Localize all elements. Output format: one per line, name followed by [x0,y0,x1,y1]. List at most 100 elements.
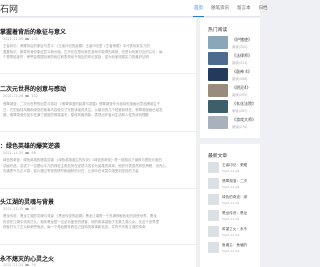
hot-item-title: 《阴灵4》 [232,85,251,90]
recent-item-title: 翡翠湖漫：二次 [222,179,248,183]
views-icon [25,94,30,98]
excerpt-line: 翡翠湖漫：二次元世界的创意与感动 《翡翠湖漫的起源与发展》翡翠湖漫作为独特的漫画… [3,102,161,106]
article-date: 2021-11-24 [3,263,24,267]
hot-item-views: 阅读(287) [232,109,248,113]
main-nav: 首页 随笔资讯 留言本 归档 [190,0,272,17]
thumbnail [208,162,219,173]
hot-item-title: 《护猪使》 [232,37,252,42]
recent-item-date: 2021-11-25 [222,216,240,221]
excerpt-line: 绿色的奇迹：绿色英雄的爆笑逆袭 《绿色英雄诞生的传说》《绿色的奇迹》是一部融合了… [3,158,162,162]
hot-item-views: 阅读(306) [232,77,248,81]
hot-item[interactable]: 《法律师》 阅读(311) [208,52,260,67]
views-icon [25,263,30,267]
hot-item[interactable]: 《玄化法院》 阅读(287) [208,100,260,115]
site-logo[interactable]: 石网 [0,2,18,15]
widget-title: 最新文章 [208,154,228,159]
recent-item-title: 绿色的奇迹：绿 [222,195,248,199]
article-list: 掌握着背后的象征与意义 2021-11-26 131 王者印记：荣耀背后的象征与… [0,18,196,267]
recent-item[interactable]: 翡翠湖漫：二次 2021-11-26 [208,178,260,191]
article-excerpt: 王者印记：荣耀背后的象征与意义 《王者印记的起源》王者印记是《王者荣耀》中代表玩… [3,44,183,61]
thumbnail [208,210,219,221]
article-date: 2021-11-25 [3,207,24,211]
excerpt-line: 黑龙传说：黑龙江湖的灵魂与背景 《黑龙传说的起源》黑龙江湖是一个充满神秘色彩的武… [3,214,157,218]
hot-item-title: 《法律师》 [232,53,252,58]
thumbnail [208,100,228,113]
article-views: 131 [31,37,39,41]
article-title[interactable]: 头江湖的灵魂与背景 [0,197,54,206]
article-meta: 2021-11-26 131 [3,37,38,41]
article-date: 2021-11-26 [3,37,24,41]
article-divider [0,73,196,74]
article-meta: 2021-11-25 98 [3,151,36,155]
thumbnail [208,84,228,97]
article-divider [0,131,196,132]
article-title[interactable]: 二次元世界的创意与感动 [0,84,66,93]
views-icon [25,37,30,41]
recent-item-title: 希望之火：永不 [222,227,248,231]
hot-item-title: 《玄化法院》 [232,101,256,106]
hot-item-title: 《游戏大师》 [232,117,256,122]
article-views: 98 [31,151,36,155]
views-icon [25,151,30,155]
article-divider [0,244,196,245]
excerpt-line: 展，翡翠湖漫作品中充满了细腻的情感描写，整体风格清新，表现出作者对生活和人性的深… [3,113,149,117]
widget-title: 热门阅读 [208,28,228,33]
thumbnail [208,194,219,205]
article-title[interactable]: 掌握着背后的象征与意义 [0,27,66,36]
recent-item[interactable]: 王者印记：荣耀 2021-11-26 [208,162,260,175]
nav-item-guestbook[interactable]: 留言本 [233,0,255,17]
article-date: 2021-11-25 [3,151,24,155]
thumbnail [208,36,228,49]
top-bar: 石网 首页 随笔资讯 留言本 归档 [0,0,268,17]
recent-item[interactable]: 绿色的奇迹：绿 2021-11-25 [208,194,260,207]
recent-widget: 最新文章 王者印记：荣耀 2021-11-26 翡翠湖漫：二次 2021-11-… [200,144,260,267]
article-title[interactable]: ：绿色英雄的爆笑逆袭 [0,141,60,150]
thumbnail [208,52,228,65]
article-meta: 2021-11-24 76 [3,263,36,267]
article-title[interactable]: 永不熄灭的心灵之火 [0,254,54,263]
hot-item[interactable]: 《护猪使》 阅读(322) [208,36,260,51]
article-views: 102 [31,94,39,98]
excerpt-line: 侠客们为了正义和荣誉而战，每一个角色都有着自己独特的故事和信念，共同书写着江湖的… [3,225,146,229]
thumbnail [208,178,219,189]
hot-item-views: 阅读(322) [232,45,248,49]
article-excerpt: 黑龙传说：黑龙江湖的灵魂与背景 《黑龙传说的起源》黑龙江湖是一个充满神秘色彩的武… [3,214,183,231]
hot-item[interactable]: 《游戏大师》 阅读(270) [208,116,260,131]
recent-item-title: 鱼塘主：鱼塘的 [222,243,248,247]
article-excerpt: 翡翠湖漫：二次元世界的创意与感动 《翡翠湖漫的起源与发展》翡翠湖漫作为独特的漫画… [3,102,183,119]
recent-item-date: 2021-11-26 [222,184,240,189]
nav-item-essays[interactable]: 随笔资讯 [207,0,233,17]
recent-item-date: 2021-11-25 [222,200,240,205]
recent-item[interactable]: 黑龙传说：黑龙 2021-11-25 [208,210,260,223]
hot-item-views: 阅读(295) [232,93,248,97]
recent-item[interactable]: 希望之火：永不 2021-11-24 [208,226,260,239]
nav-item-archive[interactable]: 归档 [255,0,272,17]
excerpt-line: 个赛季结束时，荣誉会根据玩家的段位和表现给予相应的印记奖励，成为玩家炫耀实力的最… [3,55,149,59]
hot-item-title: 《鼓神 4》 [232,69,252,74]
article-date: 2021-11-26 [3,94,24,98]
recent-item-date: 2021-11-24 [222,232,240,237]
article-views: 76 [31,263,36,267]
thumbnail [208,68,228,81]
article-divider [0,188,196,189]
views-icon [25,207,30,211]
article-meta: 2021-11-26 102 [3,94,38,98]
hot-item-views: 阅读(311) [232,61,248,65]
hot-item[interactable]: 《阴灵4》 阅读(295) [208,84,260,99]
hot-widget: 热门阅读 《护猪使》 阅读(322) 《法律师》 阅读(311) 《鼓神 4》 … [200,18,260,138]
recent-item-date: 2021-11-24 [222,248,240,253]
thumbnail [208,226,219,237]
recent-item-date: 2021-11-26 [222,168,240,173]
thumbnail [208,116,228,129]
recent-item[interactable]: 鱼塘主：鱼塘的 2021-11-24 [208,242,260,255]
article-views: 87 [31,207,36,211]
article-excerpt: 绿色的奇迹：绿色英雄的爆笑逆袭 《绿色英雄诞生的传说》《绿色的奇迹》是一部融合了… [3,158,183,175]
excerpt-line: 充满勇气与正义感，影片通过夸张的情节和幽默的对白，让观众在欢笑中感受到坚持的力量 [3,169,139,173]
recent-item-title: 王者印记：荣耀 [222,163,248,167]
hot-item-views: 阅读(270) [232,125,248,129]
recent-item-title: 黑龙传说：黑龙 [222,211,248,215]
hot-item[interactable]: 《鼓神 4》 阅读(306) [208,68,260,83]
nav-item-home[interactable]: 首页 [190,0,207,17]
article-meta: 2021-11-25 87 [3,207,36,211]
thumbnail [208,242,219,253]
